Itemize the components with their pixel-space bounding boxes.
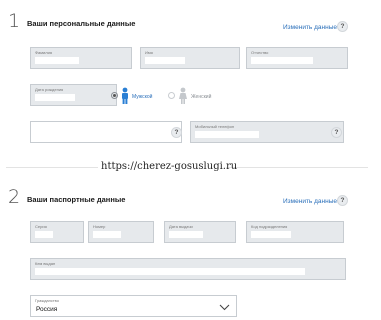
issued-by-field[interactable]: Кем выдан [30,258,346,280]
passport-series-label: Серия [35,224,47,229]
issue-date-label: Дата выдачи [169,224,193,229]
issue-date-value [169,231,203,238]
citizenship-label: Гражданство [35,298,59,303]
lastname-field[interactable]: Фамилия [30,47,132,69]
step-number-2: 2 [8,186,21,208]
help-icon[interactable]: ? [337,195,348,206]
dept-code-value [251,231,291,238]
help-icon[interactable]: ? [171,127,182,138]
section-divider-right [226,167,368,168]
citizenship-select[interactable]: Гражданство Россия [30,295,237,317]
male-person-icon [122,87,128,104]
personal-section-title: Ваши персональные данные [27,19,136,28]
issued-by-label: Кем выдан [35,261,56,266]
edit-passport-link[interactable]: Изменить данные [283,198,337,205]
birthdate-field[interactable]: Дата рождения [30,84,117,106]
dept-code-label: Код подразделения [251,224,288,229]
issue-date-field[interactable]: Дата выдачи [164,221,236,243]
middlename-label: Отчество [251,50,269,55]
edit-personal-link[interactable]: Изменить данные [283,24,337,31]
passport-section-title: Ваши паспортные данные [27,195,126,204]
female-label: Женский [191,94,212,100]
middlename-value [251,57,313,64]
male-radio[interactable] [111,92,118,99]
issued-by-value [35,268,305,275]
chevron-down-icon [219,304,230,311]
firstname-label: Имя [145,50,153,55]
female-radio[interactable] [168,92,175,99]
dept-code-field[interactable]: Код подразделения [246,221,344,243]
watermark-url: https://cherez-gosuslugi.ru [101,161,238,172]
citizenship-value: Россия [36,306,58,313]
passport-series-value [35,231,53,238]
lastname-label: Фамилия [35,50,52,55]
phone-input-field[interactable]: ? [30,121,182,143]
step-number-1: 1 [8,10,21,32]
passport-number-label: Номер [93,224,106,229]
help-icon[interactable]: ? [337,21,348,32]
firstname-field[interactable]: Имя [140,47,240,69]
mobile-phone-field[interactable]: Мобильный телефон ? [190,121,344,143]
male-label: Мужской [132,94,153,100]
birthdate-label: Дата рождения [35,87,64,92]
middlename-field[interactable]: Отчество [246,47,348,69]
birthdate-value [35,94,75,101]
help-icon[interactable]: ? [331,127,342,138]
passport-number-value [93,231,121,238]
passport-number-field[interactable]: Номер [88,221,154,243]
mobile-phone-label: Мобильный телефон [195,124,235,129]
female-person-icon [179,87,187,104]
passport-series-field[interactable]: Серия [30,221,84,243]
mobile-phone-value [195,131,259,138]
lastname-value [35,57,79,64]
firstname-value [145,57,185,64]
section-divider-left [6,167,98,168]
